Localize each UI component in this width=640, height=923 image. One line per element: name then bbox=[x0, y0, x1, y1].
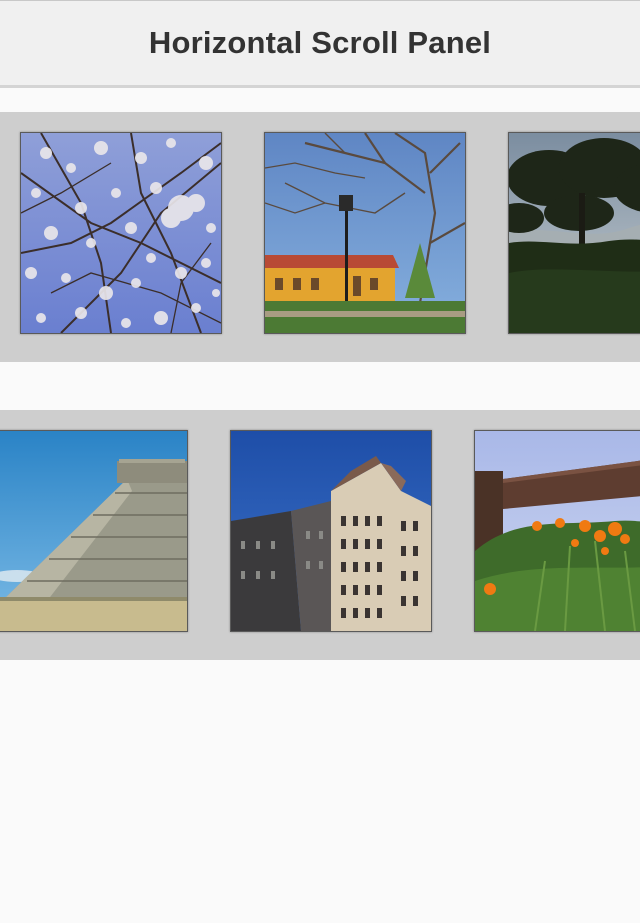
building-photo bbox=[231, 431, 431, 631]
pyramid-photo bbox=[0, 431, 187, 631]
photo-thumbnail-blossoms[interactable] bbox=[20, 132, 222, 334]
navigation-bar: Horizontal Scroll Panel bbox=[0, 0, 640, 88]
photo-thumbnail-building[interactable] bbox=[230, 430, 432, 632]
scroll-track[interactable] bbox=[0, 430, 640, 632]
photo-thumbnail-poppies[interactable] bbox=[474, 430, 640, 632]
blossom-photo bbox=[21, 133, 221, 333]
photo-thumbnail-station[interactable] bbox=[264, 132, 466, 334]
page-title: Horizontal Scroll Panel bbox=[148, 25, 492, 60]
horizontal-scroll-panel-1[interactable] bbox=[0, 112, 640, 362]
scroll-track[interactable] bbox=[20, 132, 640, 334]
photo-thumbnail-pine-tree[interactable] bbox=[508, 132, 640, 334]
horizontal-scroll-panel-2[interactable] bbox=[0, 410, 640, 660]
poppies-photo bbox=[475, 431, 640, 631]
pine-tree-photo bbox=[509, 133, 640, 333]
photo-thumbnail-pyramid[interactable] bbox=[0, 430, 188, 632]
station-photo bbox=[265, 133, 465, 333]
